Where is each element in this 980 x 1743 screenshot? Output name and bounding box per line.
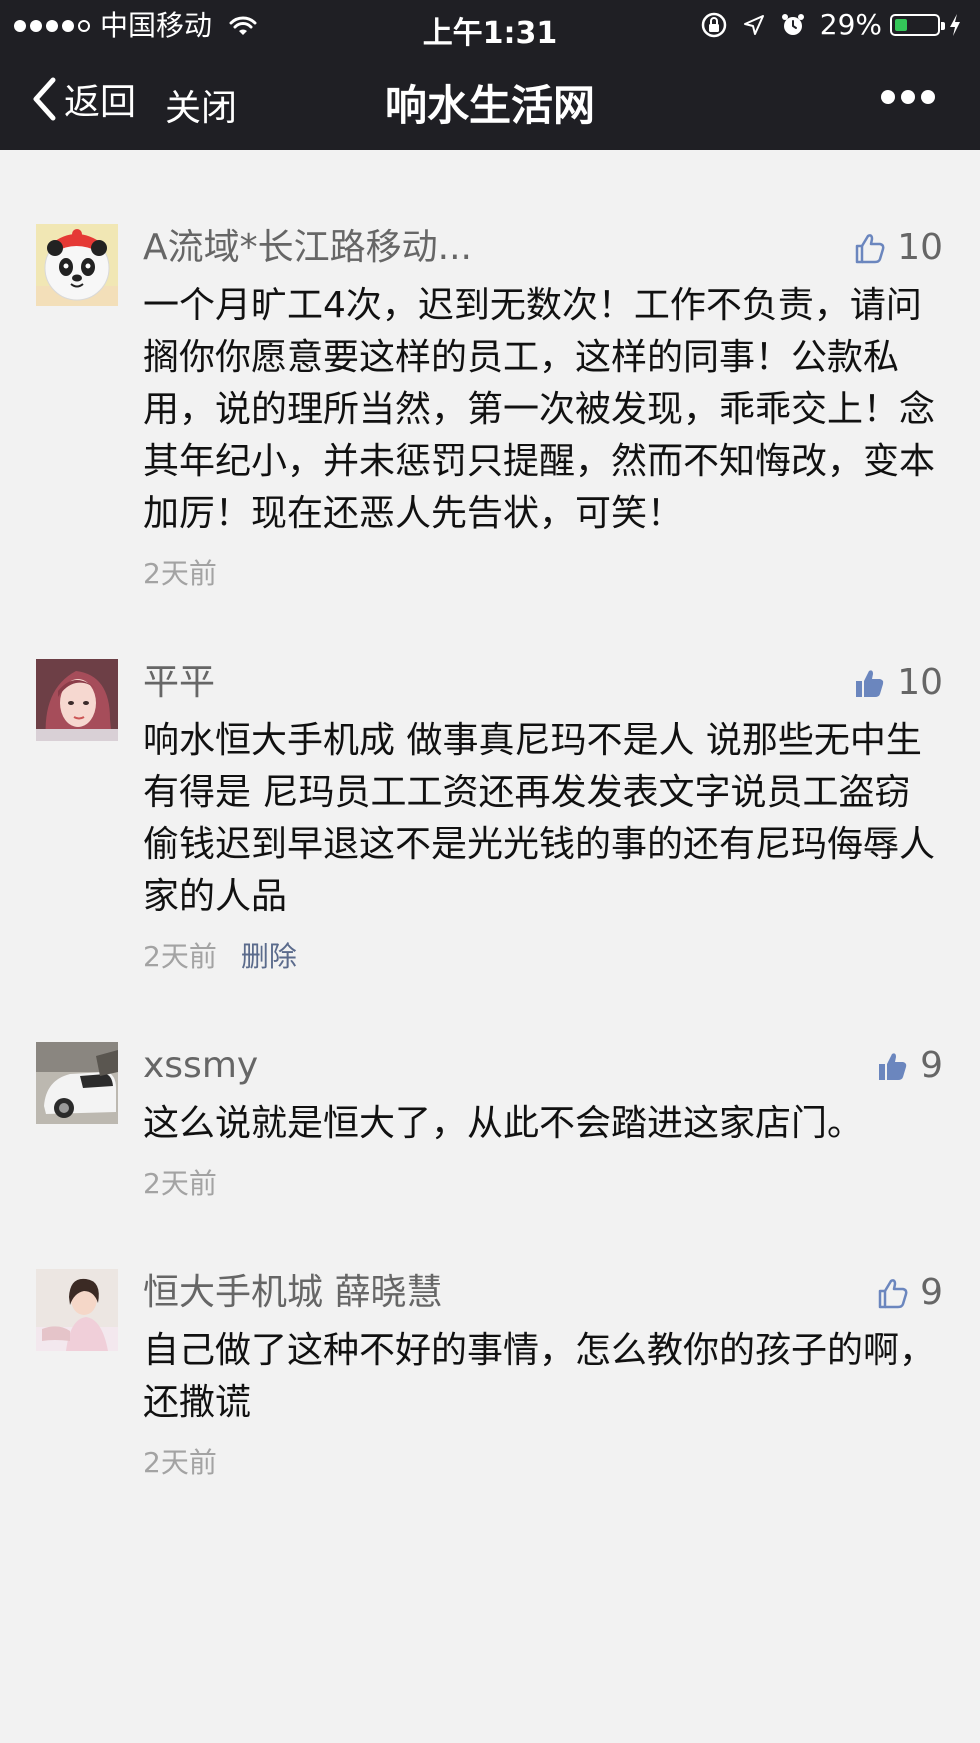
comment-time: 2天前: [143, 557, 217, 590]
like-count: 9: [920, 1045, 943, 1086]
battery-group: 29%: [820, 9, 962, 41]
girl-avatar-icon: [36, 659, 118, 741]
like-count: 9: [920, 1272, 943, 1313]
battery-percent: 29%: [819, 8, 882, 41]
comment-author[interactable]: A流域*长江路移动...: [143, 224, 783, 272]
page-title: 响水生活网: [384, 81, 595, 130]
comment-list: A流域*长江路移动... 10 一个月旷工4次，迟到无数次！工作不负责，请问搁你…: [0, 150, 980, 1481]
like-count: 10: [897, 227, 943, 268]
car-avatar-icon: [36, 1042, 118, 1124]
like-button[interactable]: 10: [853, 659, 943, 707]
avatar[interactable]: [36, 1269, 118, 1351]
comment-body: A流域*长江路移动... 10 一个月旷工4次，迟到无数次！工作不负责，请问搁你…: [143, 224, 943, 592]
avatar[interactable]: [36, 659, 118, 741]
panda-avatar-icon: [36, 224, 118, 306]
comment-body: xssmy 9 这么说就是恒大了，从此不会踏进这家店门。 2天前: [143, 1042, 943, 1202]
comment-item: A流域*长江路移动... 10 一个月旷工4次，迟到无数次！工作不负责，请问搁你…: [0, 150, 980, 592]
like-count: 10: [897, 662, 943, 703]
status-right: 29%: [700, 9, 962, 41]
like-button[interactable]: 9: [876, 1269, 943, 1317]
comment-text: 响水恒大手机成 做事真尼玛不是人 说那些无中生有得是 尼玛员工工资还再发发表文字…: [143, 720, 936, 917]
location-icon: [743, 15, 764, 35]
comment-text: 自己做了这种不好的事情，怎么教你的孩子的啊，还撒谎: [143, 1330, 936, 1423]
like-button[interactable]: 9: [876, 1042, 943, 1090]
delete-button[interactable]: 删除: [241, 939, 297, 975]
comment-item: 恒大手机城 薛晓慧 9 自己做了这种不好的事情，怎么教你的孩子的啊，还撒谎 2天…: [0, 1202, 980, 1481]
comment-meta: 2天前: [143, 1166, 943, 1202]
comment-text: 一个月旷工4次，迟到无数次！工作不负责，请问搁你你愿意要这样的员工，这样的同事！…: [143, 285, 936, 534]
comment-text: 这么说就是恒大了，从此不会踏进这家店门。: [143, 1103, 864, 1144]
top-bar: 中国移动 上午1:31 29% 返回 关闭 响水生活网: [0, 0, 980, 150]
status-bar: 中国移动 上午1:31 29%: [0, 0, 980, 52]
like-button[interactable]: 10: [853, 224, 943, 272]
charging-icon: [950, 14, 960, 36]
more-icon[interactable]: [881, 90, 935, 104]
comment-body: 平平 10 响水恒大手机成 做事真尼玛不是人 说那些无中生有得是 尼玛员工工资还…: [143, 659, 943, 975]
battery-level: [895, 19, 907, 31]
comment-time: 2天前: [143, 1167, 217, 1200]
comment-meta: 2天前 删除: [143, 939, 943, 975]
avatar[interactable]: [36, 1042, 118, 1124]
thumbs-up-outline-icon: [878, 1279, 908, 1309]
photo-avatar-icon: [36, 1269, 118, 1351]
comment-author[interactable]: 平平: [143, 659, 783, 707]
comment-body: 恒大手机城 薛晓慧 9 自己做了这种不好的事情，怎么教你的孩子的啊，还撒谎 2天…: [143, 1269, 943, 1481]
thumbs-up-outline-icon: [855, 234, 885, 264]
comment-meta: 2天前: [143, 556, 943, 592]
avatar[interactable]: [36, 224, 118, 306]
alarm-icon: [781, 14, 804, 35]
comment-meta: 2天前: [143, 1445, 943, 1481]
rotation-lock-icon: [701, 12, 727, 38]
thumbs-up-filled-icon: [879, 1053, 907, 1080]
thumbs-up-filled-icon: [856, 670, 884, 697]
comment-item: xssmy 9 这么说就是恒大了，从此不会踏进这家店门。 2天前: [0, 975, 980, 1202]
nav-bar: 返回 关闭 响水生活网: [0, 52, 980, 150]
battery-icon: [890, 14, 945, 36]
comment-author[interactable]: 恒大手机城 薛晓慧: [143, 1269, 783, 1317]
comment-time: 2天前: [143, 940, 217, 973]
comment-time: 2天前: [143, 1446, 217, 1479]
comment-item: 平平 10 响水恒大手机成 做事真尼玛不是人 说那些无中生有得是 尼玛员工工资还…: [0, 592, 980, 975]
comment-author[interactable]: xssmy: [143, 1042, 783, 1090]
